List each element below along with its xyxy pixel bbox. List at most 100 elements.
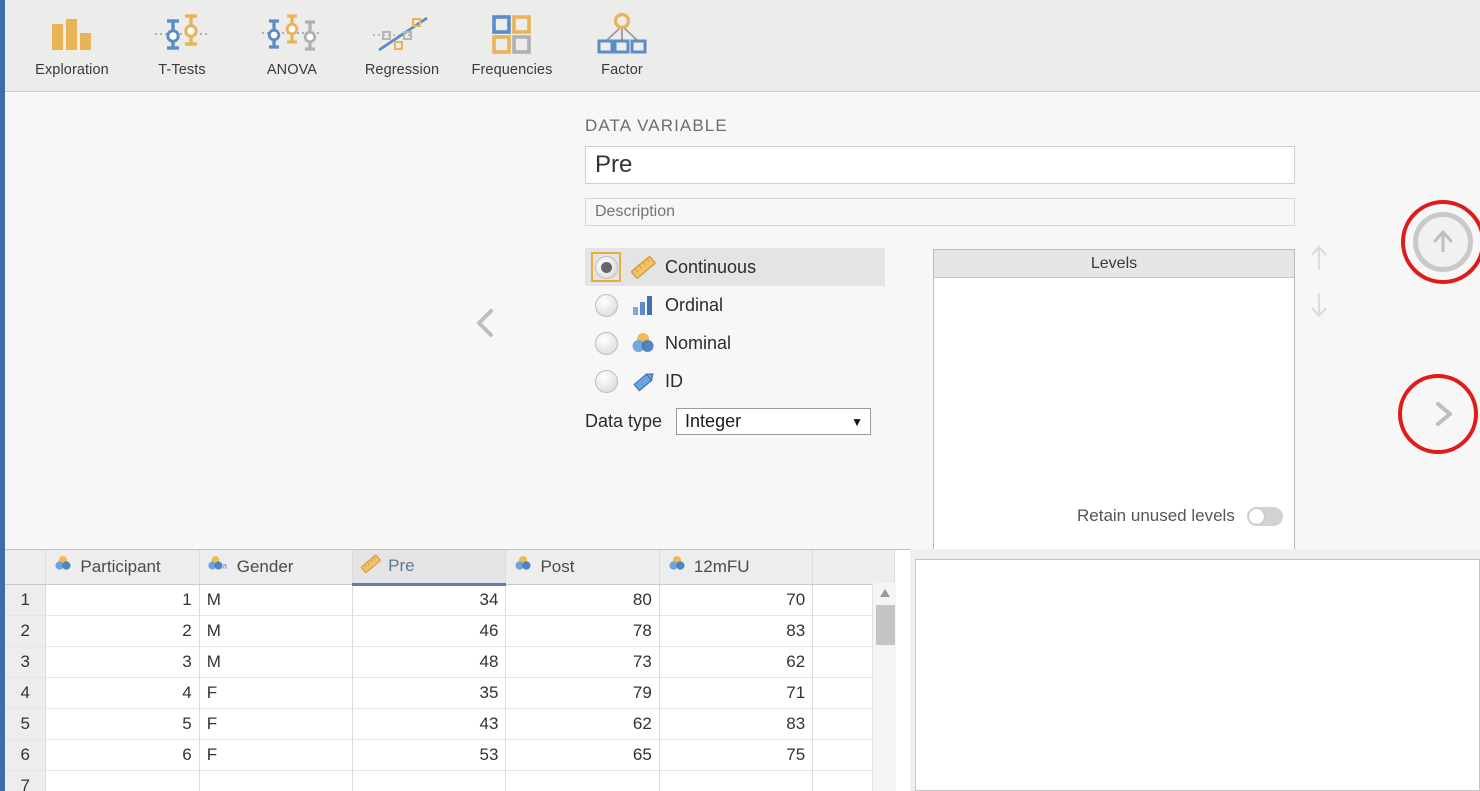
table-row[interactable]: 3 3 M 48 73 62 — [5, 646, 895, 678]
cell-12mfu[interactable]: 62 — [659, 646, 814, 678]
cell-pre[interactable] — [352, 770, 507, 791]
measure-type-nominal[interactable]: Nominal — [585, 324, 885, 362]
radio-id[interactable] — [591, 366, 621, 396]
cell-post[interactable]: 80 — [505, 584, 660, 616]
cell-pre[interactable]: 48 — [352, 646, 507, 678]
bar-steps-icon — [630, 292, 656, 318]
radio-ordinal[interactable] — [591, 290, 621, 320]
t-tests-icon — [127, 8, 237, 60]
column-header-label: Pre — [388, 556, 415, 576]
table-row[interactable]: 6 6 F 53 65 75 — [5, 739, 895, 771]
scrollbar-thumb[interactable] — [876, 605, 895, 645]
chevron-down-icon: ▼ — [851, 414, 864, 429]
levels-reorder-arrows — [1303, 243, 1335, 325]
column-header-gender[interactable]: a Gender — [199, 550, 354, 585]
variable-name-input[interactable] — [585, 146, 1295, 184]
table-row[interactable]: 5 5 F 43 62 83 — [5, 708, 895, 740]
ribbon-button-regression[interactable]: Regression — [347, 0, 457, 88]
measure-type-continuous[interactable]: Continuous — [585, 248, 885, 286]
cell-pre[interactable]: 46 — [352, 615, 507, 647]
cell-participant[interactable] — [45, 770, 200, 791]
nominal-icon — [667, 554, 687, 579]
levels-header: Levels — [934, 250, 1294, 278]
previous-variable-button[interactable] — [467, 303, 507, 343]
retain-unused-levels-toggle[interactable] — [1246, 506, 1283, 526]
cell-gender[interactable] — [199, 770, 354, 791]
cell-gender[interactable]: F — [199, 708, 354, 740]
data-type-label: Data type — [585, 411, 663, 431]
cell-participant[interactable]: 3 — [45, 646, 200, 678]
cell-participant[interactable]: 5 — [45, 708, 200, 740]
cell-12mfu[interactable]: 70 — [659, 584, 814, 616]
cell-post[interactable]: 65 — [505, 739, 660, 771]
panel-title: DATA VARIABLE — [585, 116, 728, 135]
radio-continuous[interactable] — [591, 252, 621, 282]
radio-nominal[interactable] — [591, 328, 621, 358]
row-number: 5 — [5, 708, 47, 740]
table-row[interactable]: 2 2 M 46 78 83 — [5, 615, 895, 647]
data-type-select[interactable]: Integer ▼ — [676, 408, 872, 435]
cell-participant[interactable]: 4 — [45, 677, 200, 709]
move-level-down-button[interactable] — [1308, 290, 1330, 325]
cell-post[interactable]: 78 — [505, 615, 660, 647]
column-header-pre[interactable]: Pre — [352, 550, 507, 586]
cell-gender[interactable]: M — [199, 584, 354, 616]
regression-scatter-icon — [347, 8, 457, 60]
move-level-up-button[interactable] — [1308, 243, 1330, 278]
table-row[interactable]: 7 — [5, 770, 895, 791]
cell-pre[interactable]: 43 — [352, 708, 507, 740]
table-row[interactable]: 1 1 M 34 80 70 — [5, 584, 895, 616]
column-header-12mfu[interactable]: 12mFU — [659, 550, 814, 585]
row-number-corner — [5, 550, 47, 585]
ribbon-button-frequencies[interactable]: Frequencies — [457, 0, 567, 88]
cell-post[interactable]: 79 — [505, 677, 660, 709]
cell-gender[interactable]: F — [199, 739, 354, 771]
row-number: 2 — [5, 615, 47, 647]
cell-participant[interactable]: 2 — [45, 615, 200, 647]
ribbon-button-t-tests[interactable]: T-Tests — [127, 0, 237, 88]
ribbon-button-exploration[interactable]: Exploration — [17, 0, 127, 88]
column-header-post[interactable]: Post — [505, 550, 660, 585]
cell-gender[interactable]: M — [199, 615, 354, 647]
ribbon-label: ANOVA — [266, 62, 318, 78]
ribbon-button-factor[interactable]: Factor — [567, 0, 677, 88]
cell-12mfu[interactable]: 83 — [659, 708, 814, 740]
cell-12mfu[interactable]: 75 — [659, 739, 814, 771]
cell-pre[interactable]: 53 — [352, 739, 507, 771]
column-header-empty[interactable] — [812, 550, 895, 585]
cell-pre[interactable]: 34 — [352, 584, 507, 616]
column-header-participant[interactable]: Participant — [45, 550, 200, 585]
cell-12mfu[interactable]: 83 — [659, 615, 814, 647]
factor-tree-icon — [567, 8, 677, 60]
retain-unused-levels-row[interactable]: Retain unused levels — [1077, 506, 1283, 526]
cell-gender[interactable]: F — [199, 677, 354, 709]
table-row[interactable]: 4 4 F 35 79 71 — [5, 677, 895, 709]
cell-gender[interactable]: M — [199, 646, 354, 678]
measure-type-ordinal[interactable]: Ordinal — [585, 286, 885, 324]
column-header-label: Post — [540, 556, 575, 576]
ruler-icon — [630, 254, 656, 280]
cell-participant[interactable]: 1 — [45, 584, 200, 616]
cell-pre[interactable]: 35 — [352, 677, 507, 709]
variable-description-input[interactable] — [585, 198, 1295, 226]
cell-post[interactable] — [505, 770, 660, 791]
data-grid: Participant a Gender Pre Post 12mFU 1 1 … — [5, 550, 895, 791]
cell-post[interactable]: 73 — [505, 646, 660, 678]
levels-box[interactable]: Levels — [933, 249, 1295, 579]
scroll-up-arrow-icon[interactable] — [873, 583, 896, 603]
results-panel[interactable] — [915, 559, 1480, 791]
svg-text:a: a — [222, 561, 227, 571]
cell-12mfu[interactable]: 71 — [659, 677, 814, 709]
data-spreadsheet[interactable]: Participant a Gender Pre Post 12mFU 1 1 … — [5, 549, 910, 791]
ribbon-button-anova[interactable]: ANOVA — [237, 0, 347, 88]
next-variable-button[interactable] — [1413, 384, 1473, 444]
cell-participant[interactable]: 6 — [45, 739, 200, 771]
ruler-icon — [360, 553, 381, 579]
measure-type-id[interactable]: ID — [585, 362, 885, 400]
collapse-panel-button[interactable] — [1413, 212, 1473, 272]
grid-header-row: Participant a Gender Pre Post 12mFU — [5, 550, 895, 586]
cell-12mfu[interactable] — [659, 770, 814, 791]
vertical-scrollbar[interactable] — [872, 583, 896, 791]
pencil-icon — [630, 368, 656, 394]
cell-post[interactable]: 62 — [505, 708, 660, 740]
